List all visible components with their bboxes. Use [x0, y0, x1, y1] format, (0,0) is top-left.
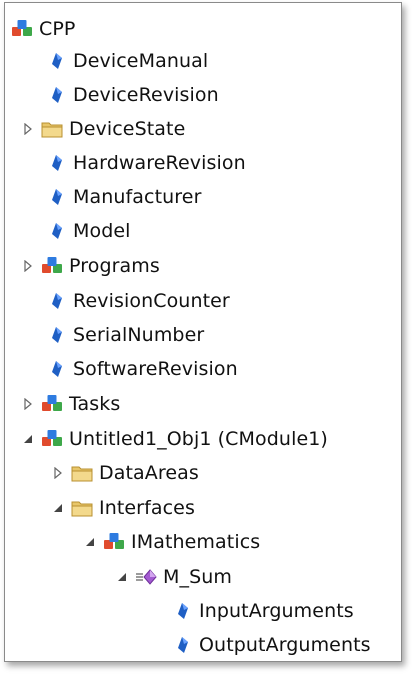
folder-icon [41, 118, 63, 140]
expanded-arrow-icon[interactable] [21, 432, 35, 446]
tree-item-cpp[interactable]: CPP [11, 14, 75, 44]
object-type-icon [11, 18, 33, 40]
tree-item-devicerevision[interactable]: DeviceRevision [45, 80, 219, 110]
tree-item-label: IMathematics [131, 531, 261, 553]
tree-item-devicestate[interactable]: DeviceState [21, 114, 185, 144]
folder-icon [71, 497, 93, 519]
tree-item-manufacturer[interactable]: Manufacturer [45, 182, 202, 212]
tree-item-dataareas[interactable]: DataAreas [51, 458, 199, 488]
object-type-icon [41, 255, 63, 277]
tree-item-label: OutputArguments [199, 634, 371, 656]
tree-item-imathematics[interactable]: IMathematics [83, 527, 260, 557]
tree-item-label: Manufacturer [73, 186, 202, 208]
property-icon [45, 152, 67, 174]
object-type-icon [103, 531, 125, 553]
tree-item-softwarerevision[interactable]: SoftwareRevision [45, 354, 238, 384]
tree-item-interfaces[interactable]: Interfaces [51, 493, 195, 523]
tree-panel: CPP DeviceManual DeviceRevision DeviceSt… [4, 2, 402, 662]
expanded-arrow-icon[interactable] [115, 570, 129, 584]
tree-item-inputarguments[interactable]: InputArguments [171, 596, 354, 626]
collapsed-arrow-icon[interactable] [21, 122, 35, 136]
collapsed-arrow-icon[interactable] [21, 397, 35, 411]
method-icon [135, 566, 157, 588]
property-icon [45, 220, 67, 242]
tree-item-label: Untitled1_Obj1 (CModule1) [69, 428, 328, 450]
tree-item-revisioncounter[interactable]: RevisionCounter [45, 286, 230, 316]
tree-item-label: DataAreas [99, 462, 199, 484]
tree-item-hardwarerevision[interactable]: HardwareRevision [45, 148, 246, 178]
tree-item-label: DeviceState [69, 118, 186, 140]
property-icon [45, 84, 67, 106]
tree-item-tasks[interactable]: Tasks [21, 389, 120, 419]
tree-item-label: RevisionCounter [73, 290, 230, 312]
property-icon [45, 186, 67, 208]
tree-item-label: Interfaces [99, 497, 195, 519]
tree-item-label: DeviceManual [73, 50, 209, 72]
tree-item-label: CPP [39, 18, 76, 40]
tree-item-label: SoftwareRevision [73, 358, 238, 380]
property-icon [45, 324, 67, 346]
tree-item-label: Tasks [69, 393, 121, 415]
collapsed-arrow-icon[interactable] [51, 466, 65, 480]
folder-icon [71, 462, 93, 484]
property-icon [45, 358, 67, 380]
object-type-icon [41, 393, 63, 415]
property-icon [171, 634, 193, 656]
tree-item-model[interactable]: Model [45, 216, 131, 246]
tree-item-label: M_Sum [163, 566, 233, 588]
tree-item-label: Programs [69, 255, 160, 277]
tree-item-label: Model [73, 220, 131, 242]
property-icon [45, 50, 67, 72]
expanded-arrow-icon[interactable] [83, 535, 97, 549]
object-type-icon [41, 428, 63, 450]
tree-item-label: DeviceRevision [73, 84, 219, 106]
tree-item-serialnumber[interactable]: SerialNumber [45, 320, 204, 350]
property-icon [171, 600, 193, 622]
tree-item-label: SerialNumber [73, 324, 205, 346]
property-icon [45, 290, 67, 312]
tree-item-untitled1-obj1[interactable]: Untitled1_Obj1 (CModule1) [21, 424, 328, 454]
tree-item-devicemanual[interactable]: DeviceManual [45, 46, 208, 76]
expanded-arrow-icon[interactable] [51, 501, 65, 515]
tree-view: CPP DeviceManual DeviceRevision DeviceSt… [5, 3, 401, 661]
tree-item-label: InputArguments [199, 600, 354, 622]
tree-item-programs[interactable]: Programs [21, 251, 160, 281]
collapsed-arrow-icon[interactable] [21, 259, 35, 273]
tree-item-outputarguments[interactable]: OutputArguments [171, 630, 371, 660]
tree-item-label: HardwareRevision [73, 152, 246, 174]
tree-item-m-sum[interactable]: M_Sum [115, 562, 232, 592]
